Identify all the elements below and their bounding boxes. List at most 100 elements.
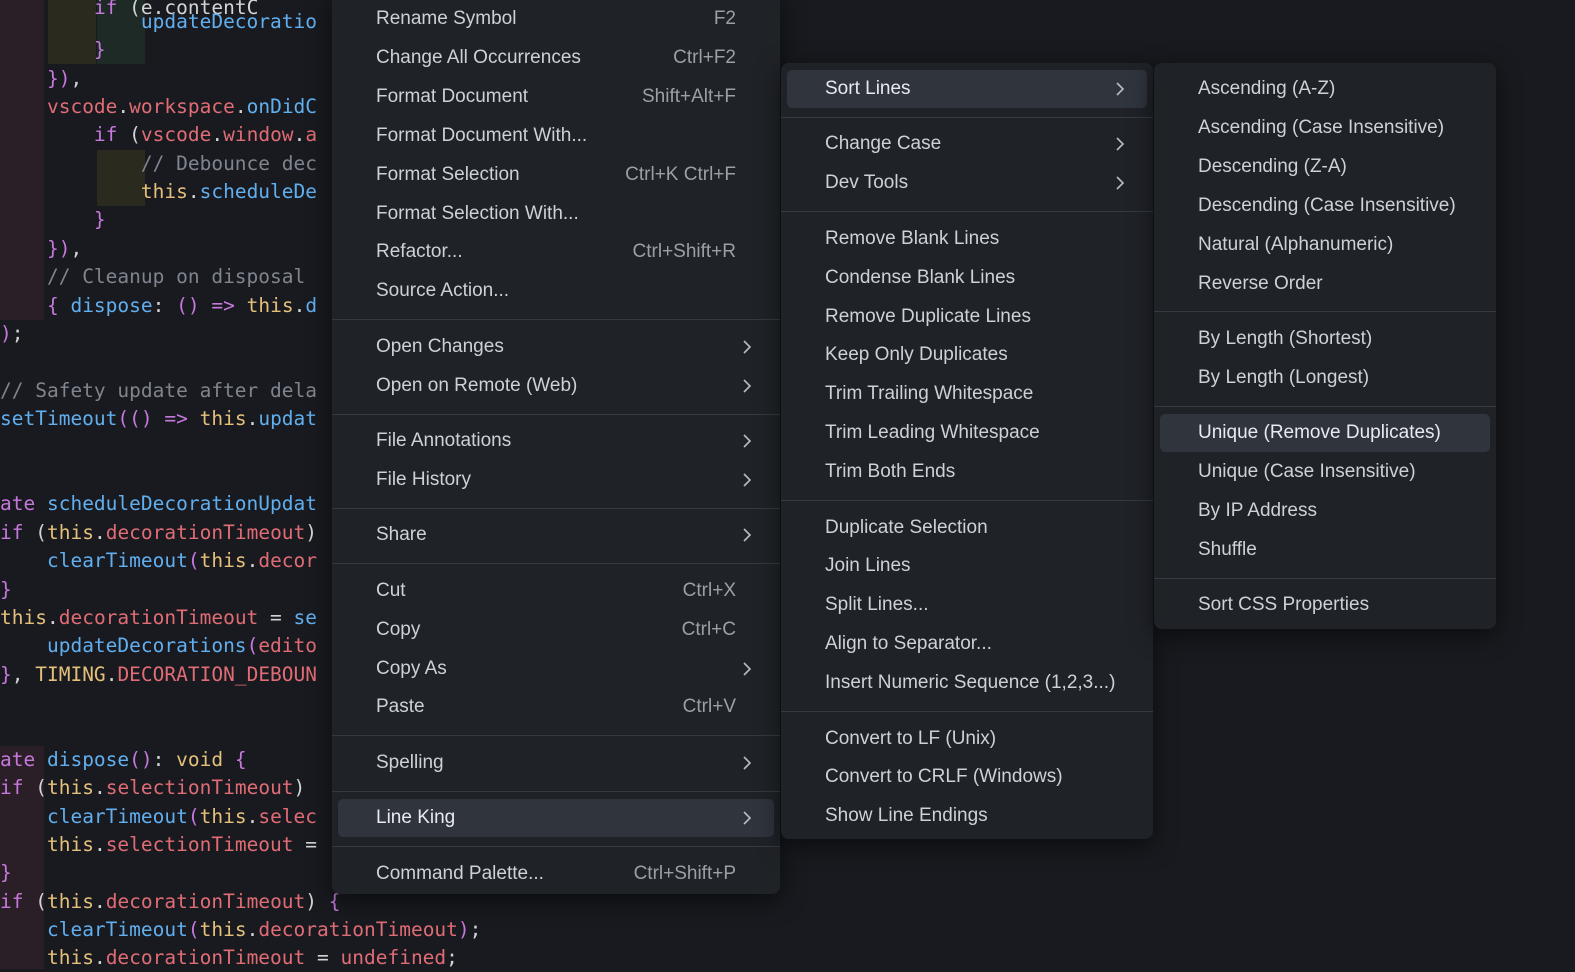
menu-item-dev-tools[interactable]: Dev Tools [787,164,1147,202]
menu-item-trim-leading-whitespace[interactable]: Trim Leading Whitespace [787,414,1147,452]
menu-item-reverse-order[interactable]: Reverse Order [1160,265,1490,303]
menu-item-align-to-separator[interactable]: Align to Separator... [787,625,1147,663]
menu-item-sort-lines[interactable]: Sort Lines [787,70,1147,108]
menu-item-copy-as[interactable]: Copy As [338,650,774,688]
menu-separator [1154,577,1496,579]
menu-item-unique-case-insensitive[interactable]: Unique (Case Insensitive) [1160,453,1490,491]
menu-item-change-all-occurrences[interactable]: Change All Occurrences Ctrl+F2 [338,39,774,77]
menu-item-ascending-a-z[interactable]: Ascending (A-Z) [1160,70,1490,108]
menu-item-change-case[interactable]: Change Case [787,125,1147,163]
code-token: ate [0,748,47,771]
menu-item-show-line-endings[interactable]: Show Line Endings [787,797,1147,835]
menu-item-refactor[interactable]: Refactor... Ctrl+Shift+R [338,233,774,271]
code-token: workspace [129,95,235,118]
menu-item-label: Copy As [376,657,447,679]
chevron-right-icon [1116,137,1125,151]
menu-item-format-document[interactable]: Format Document Shift+Alt+F [338,78,774,116]
editor-context-menu: Rename Symbol F2 Change All Occurrences Ctr… [332,0,780,894]
code-token: selec [258,805,318,828]
menu-item-label: File Annotations [376,430,512,451]
code-line: }), [0,235,82,263]
menu-item-spelling[interactable]: Spelling [338,744,774,782]
code-token: dispose [46,748,130,771]
menu-item-by-length-shortest[interactable]: By Length (Shortest) [1160,320,1490,358]
code-token: => [164,407,200,430]
menu-item-paste[interactable]: Paste Ctrl+V [338,688,774,726]
code-token: . [187,180,200,203]
menu-item-label: Ascending (Case Insensitive) [1198,116,1445,138]
menu-item-trim-trailing-whitespace[interactable]: Trim Trailing Whitespace [787,375,1147,413]
code-token: ate [0,492,47,515]
menu-item-file-annotations[interactable]: File Annotations [338,422,774,460]
menu-item-descending-z-a[interactable]: Descending (Z-A) [1160,148,1490,186]
code-token: updat [258,407,318,430]
code-line: this.scheduleDe [0,178,317,206]
menu-item-copy[interactable]: Copy Ctrl+C [338,611,774,649]
code-token: () [176,294,212,317]
menu-item-join-lines[interactable]: Join Lines [787,547,1147,585]
menu-item-sort-css-properties[interactable]: Sort CSS Properties [1160,586,1490,624]
code-line: } [0,206,106,234]
menu-item-duplicate-selection[interactable]: Duplicate Selection [787,509,1147,547]
code-token: ( [35,890,47,913]
code-line: updateDecoratio [0,8,317,36]
menu-item-condense-blank-lines[interactable]: Condense Blank Lines [787,259,1147,297]
menu-item-convert-to-crlf-windows[interactable]: Convert to CRLF (Windows) [787,758,1147,796]
menu-item-remove-blank-lines[interactable]: Remove Blank Lines [787,220,1147,258]
menu-item-label: Remove Duplicate Lines [825,305,1031,327]
menu-item-label: Reverse Order [1198,272,1323,294]
menu-item-remove-duplicate-lines[interactable]: Remove Duplicate Lines [787,298,1147,336]
code-token: }) [46,67,71,90]
code-line: // Safety update after dela [0,377,317,405]
menu-item-unique-remove-duplicates[interactable]: Unique (Remove Duplicates) [1160,414,1490,453]
menu-item-open-on-remote-web[interactable]: Open on Remote (Web) [338,367,774,405]
code-token: clearTimeout [46,918,188,941]
menu-item-source-action[interactable]: Source Action... [338,272,774,310]
menu-item-natural-alphanumeric[interactable]: Natural (Alphanumeric) [1160,226,1490,264]
menu-item-split-lines[interactable]: Split Lines... [787,586,1147,624]
menu-item-shortcut: Ctrl+Shift+R [632,241,736,263]
code-token: scheduleDe [199,180,318,203]
menu-item-file-history[interactable]: File History [338,461,774,499]
sort-lines-submenu: Ascending (A-Z) Ascending (Case Insensiti… [1154,63,1496,629]
menu-item-share[interactable]: Share [338,516,774,554]
menu-item-shuffle[interactable]: Shuffle [1160,531,1490,569]
menu-item-line-king[interactable]: Line King [338,799,774,838]
code-token: this [46,833,94,856]
menu-item-format-selection-with[interactable]: Format Selection With... [338,195,774,233]
menu-item-label: Descending (Case Insensitive) [1198,194,1456,216]
menu-item-format-selection[interactable]: Format Selection Ctrl+K Ctrl+F [338,156,774,194]
menu-item-label: Duplicate Selection [825,516,988,538]
menu-item-by-length-longest[interactable]: By Length (Longest) [1160,359,1490,397]
menu-item-label: Align to Separator... [825,633,992,655]
code-line: if (this.decorationTimeout) [0,519,317,547]
menu-item-format-document-with[interactable]: Format Document With... [338,117,774,155]
menu-item-label: Cut [376,579,406,601]
menu-item-label: Command Palette... [376,862,544,884]
menu-item-trim-both-ends[interactable]: Trim Both Ends [787,453,1147,491]
menu-item-label: File History [376,468,472,490]
menu-item-ascending-case-insensitive[interactable]: Ascending (Case Insensitive) [1160,109,1490,147]
menu-item-open-changes[interactable]: Open Changes [338,328,774,366]
chevron-right-icon [743,434,752,448]
menu-item-keep-only-duplicates[interactable]: Keep Only Duplicates [787,336,1147,374]
menu-item-descending-case-insensitive[interactable]: Descending (Case Insensitive) [1160,187,1490,225]
code-token: clearTimeout [46,549,188,572]
menu-item-label: Natural (Alphanumeric) [1198,233,1394,255]
menu-item-shortcut: F2 [713,8,736,29]
code-token: . [93,521,106,544]
menu-item-insert-numeric-sequence-1-2-3[interactable]: Insert Numeric Sequence (1,2,3...) [787,664,1147,702]
code-token: // Cleanup on disposal [46,265,306,288]
menu-item-rename-symbol[interactable]: Rename Symbol F2 [338,0,774,38]
code-token: this [46,946,94,969]
menu-item-by-ip-address[interactable]: By IP Address [1160,492,1490,530]
code-token: if [93,123,130,146]
menu-item-convert-to-lf-unix[interactable]: Convert to LF (Unix) [787,720,1147,758]
menu-item-label: Descending (Z-A) [1198,155,1347,177]
code-token: . [293,294,306,317]
menu-item-command-palette[interactable]: Command Palette... Ctrl+Shift+P [338,855,774,893]
code-token: edito [258,634,318,657]
menu-item-cut[interactable]: Cut Ctrl+X [338,572,774,610]
